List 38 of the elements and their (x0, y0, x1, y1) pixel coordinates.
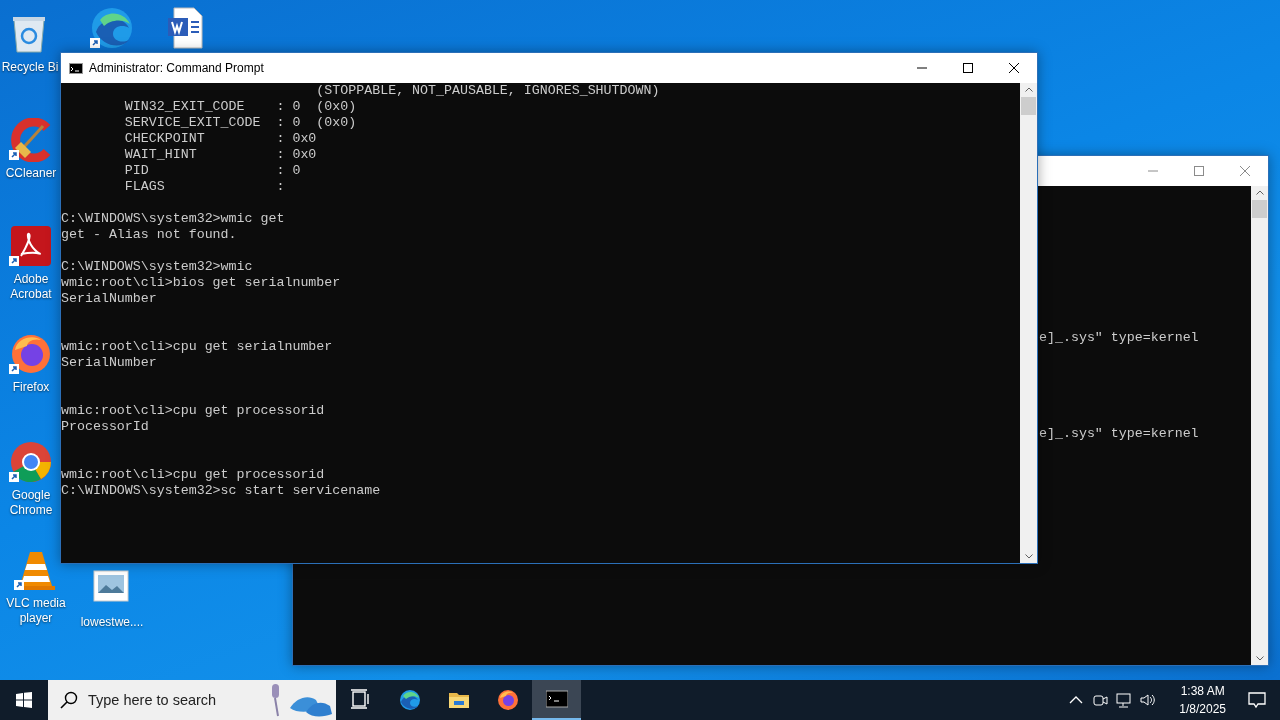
edge-icon[interactable] (90, 6, 134, 50)
task-view-icon (349, 689, 372, 711)
icon-label[interactable]: Recycle Bi (0, 60, 60, 75)
broom-icon[interactable] (9, 118, 53, 162)
clock-button[interactable]: 1:38 AM 1/8/2025 (1171, 682, 1234, 718)
icon-label[interactable]: lowestwe.... (75, 615, 149, 630)
camera-icon (1092, 692, 1109, 708)
taskbar-app-button[interactable] (532, 680, 581, 720)
windows-logo-icon (16, 692, 32, 708)
scrollbar-thumb[interactable] (1252, 200, 1267, 218)
scrollbar-thumb[interactable] (1021, 97, 1036, 115)
console-line: e]_.sys" type=kernel (1039, 330, 1200, 346)
scrollbar[interactable] (1251, 186, 1268, 665)
search-icon (60, 691, 78, 709)
close-icon (1009, 63, 1019, 73)
scrollbar[interactable] (1020, 83, 1037, 563)
console-line: e]_.sys" type=kernel (1039, 426, 1200, 442)
fox-icon (496, 689, 519, 711)
maximize-icon (963, 63, 973, 73)
speaker-icon (1140, 692, 1157, 708)
monitor-icon (1116, 692, 1133, 708)
speech-bubble-icon (1248, 691, 1266, 709)
window-title: Administrator: Command Prompt (89, 61, 264, 75)
icon-label[interactable]: Google Chrome (1, 488, 61, 518)
chrome-icon[interactable] (9, 440, 53, 484)
icon-label[interactable]: Adobe Acrobat (1, 272, 61, 302)
search-field[interactable]: Type here to search (88, 692, 258, 708)
terminal-icon (545, 688, 568, 710)
pdf-icon[interactable] (9, 224, 53, 268)
terminal-icon (69, 62, 83, 74)
icon-label[interactable]: Firefox (1, 380, 61, 395)
close-icon (1240, 166, 1250, 176)
fox-icon[interactable] (9, 332, 53, 376)
icon-label[interactable]: CCleaner (1, 166, 61, 181)
console-output: (STOPPABLE, NOT_PAUSABLE, IGNORES_SHUTDOWN) WIN32_EXIT_CODE : 0 (0x0) SERVICE_EXIT_CODE : 0 (0x0) CHECKPOINT : 0x0 WAIT_HINT : 0x0 PID : 0 FLAGS : C:\WINDOWS\system32>wmic get get - Alias not found. C:\WINDOWS\system32>wmic wmic:root\cli>bios get serialnumber SerialNumber wmic:root\cli>cpu get serialnumber SerialNumber wmic:root\cli>cpu get processorid ProcessorId wmic:root\cli>cpu get processorid C:\WINDOWS\system32>sc start servicename (61, 83, 661, 500)
edge-icon (398, 689, 421, 711)
icon-label[interactable]: VLC media player (0, 596, 73, 626)
maximize-icon (1194, 166, 1204, 176)
